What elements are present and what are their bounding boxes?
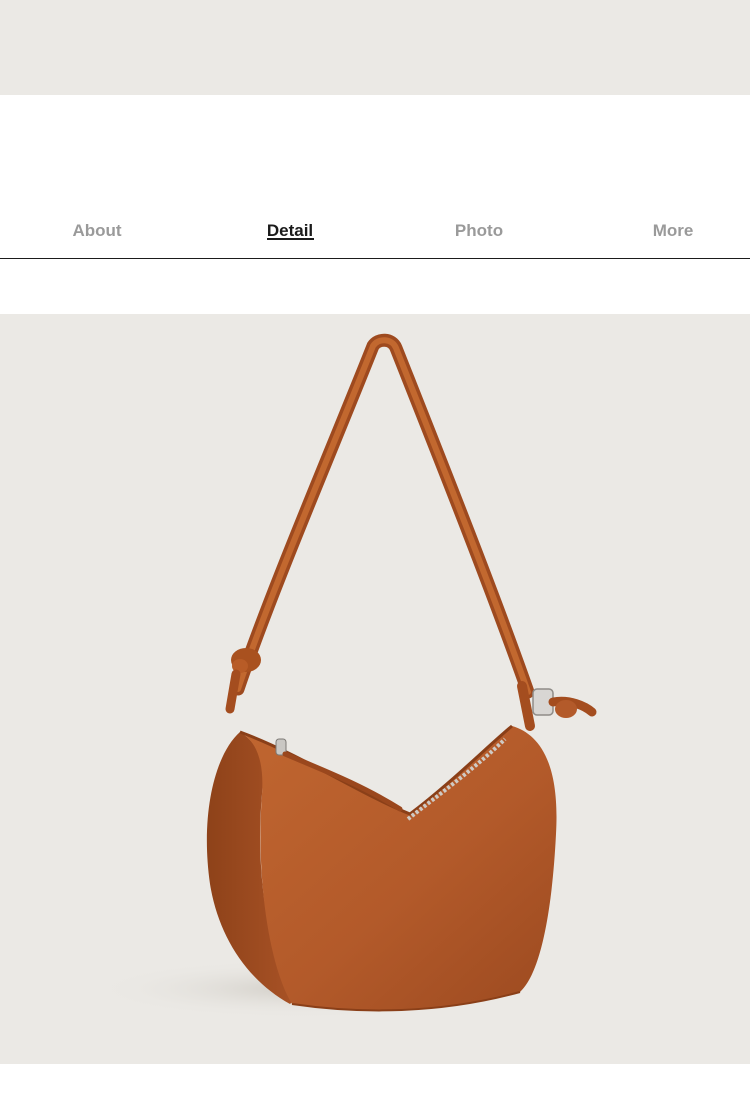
tab-more[interactable]: More [623,214,723,248]
bag-illustration [90,333,597,1019]
tab-about[interactable]: About [47,214,147,248]
top-banner [0,0,750,95]
bag-strap [231,333,535,699]
active-tab-underline [267,238,314,240]
tab-photo[interactable]: Photo [429,214,529,248]
bag-body [240,726,557,1011]
tab-detail[interactable]: Detail [240,214,340,248]
tab-bar: About Detail Photo More [0,214,750,248]
tab-divider [0,258,750,259]
right-strap-knot [517,681,597,731]
product-image [0,314,750,1064]
